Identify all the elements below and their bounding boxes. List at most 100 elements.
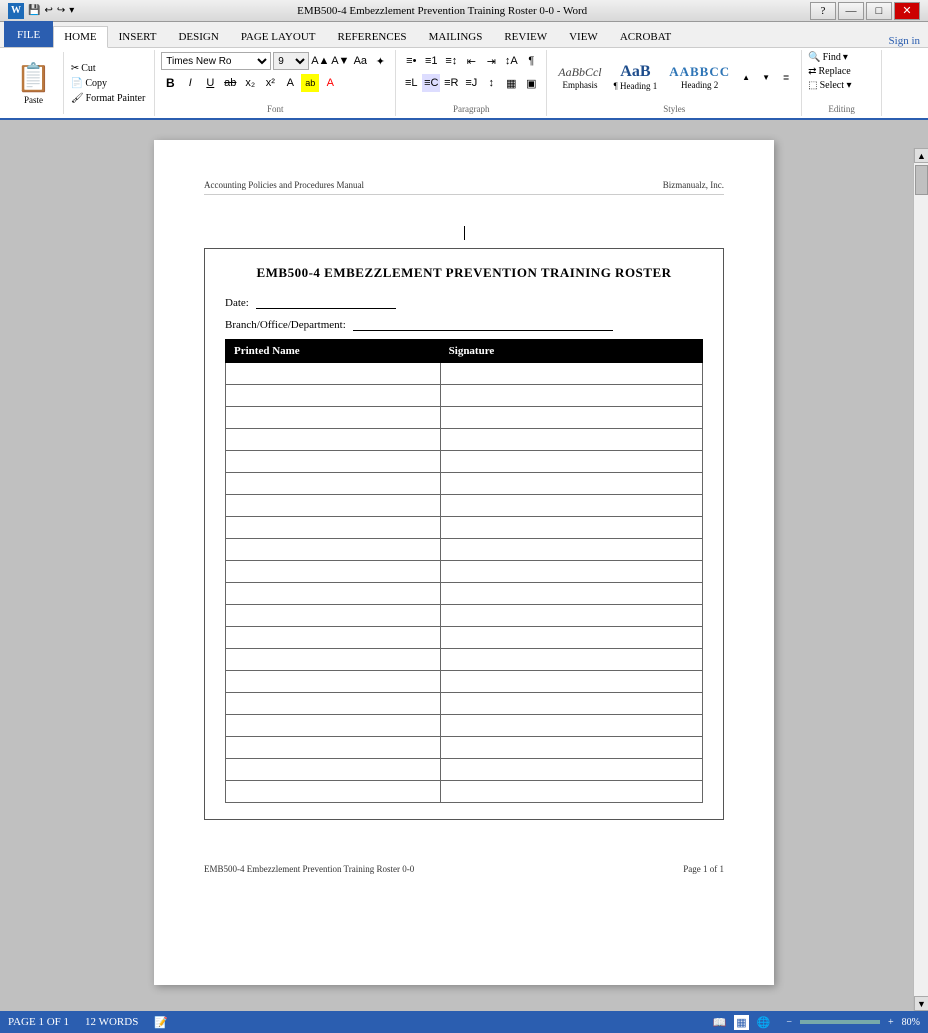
signature-cell[interactable]: [440, 583, 702, 605]
tab-view[interactable]: VIEW: [558, 25, 609, 47]
name-cell[interactable]: [226, 517, 441, 539]
tab-acrobat[interactable]: ACROBAT: [609, 25, 682, 47]
read-mode-button[interactable]: 📖: [713, 1016, 727, 1029]
name-cell[interactable]: [226, 627, 441, 649]
name-cell[interactable]: [226, 715, 441, 737]
numbering-button[interactable]: ≡1: [422, 52, 440, 70]
borders-button[interactable]: ▣: [522, 74, 540, 92]
subscript-button[interactable]: x₂: [241, 74, 259, 92]
tab-mailings[interactable]: MAILINGS: [418, 25, 494, 47]
tab-home[interactable]: HOME: [53, 26, 107, 48]
tab-references[interactable]: REFERENCES: [326, 25, 417, 47]
align-right-button[interactable]: ≡R: [442, 74, 460, 92]
signature-cell[interactable]: [440, 737, 702, 759]
name-cell[interactable]: [226, 759, 441, 781]
signature-cell[interactable]: [440, 363, 702, 385]
find-button[interactable]: 🔍 Find ▾: [808, 52, 848, 63]
name-cell[interactable]: [226, 561, 441, 583]
decrease-indent-button[interactable]: ⇤: [462, 52, 480, 70]
cut-button[interactable]: ✂ Cut: [68, 62, 148, 75]
shading-button[interactable]: ▦: [502, 74, 520, 92]
date-input-line[interactable]: [256, 295, 396, 309]
proofing-icon[interactable]: 📝: [154, 1016, 168, 1029]
format-painter-button[interactable]: 🖌 Format Painter: [68, 92, 148, 105]
line-spacing-button[interactable]: ↕: [482, 74, 500, 92]
help-button[interactable]: ?: [810, 2, 836, 20]
shrink-font-button[interactable]: A▼: [331, 52, 349, 70]
name-cell[interactable]: [226, 407, 441, 429]
scroll-down-arrow[interactable]: ▼: [914, 996, 928, 1011]
signature-cell[interactable]: [440, 451, 702, 473]
signature-cell[interactable]: [440, 693, 702, 715]
signature-cell[interactable]: [440, 539, 702, 561]
signature-cell[interactable]: [440, 561, 702, 583]
name-cell[interactable]: [226, 649, 441, 671]
underline-button[interactable]: U: [201, 74, 219, 92]
sort-button[interactable]: ↕A: [502, 52, 520, 70]
clear-formatting-button[interactable]: ✦: [371, 52, 389, 70]
italic-button[interactable]: I: [181, 74, 199, 92]
align-left-button[interactable]: ≡L: [402, 74, 420, 92]
text-effects-button[interactable]: A: [281, 74, 299, 92]
maximize-button[interactable]: □: [866, 2, 892, 20]
scroll-track[interactable]: [914, 197, 928, 996]
name-cell[interactable]: [226, 781, 441, 803]
paste-button[interactable]: 📋 Paste: [10, 59, 57, 107]
signature-cell[interactable]: [440, 671, 702, 693]
name-cell[interactable]: [226, 671, 441, 693]
name-cell[interactable]: [226, 539, 441, 561]
tab-design[interactable]: DESIGN: [167, 25, 229, 47]
signature-cell[interactable]: [440, 429, 702, 451]
tab-review[interactable]: REVIEW: [493, 25, 558, 47]
name-cell[interactable]: [226, 605, 441, 627]
scroll-up-arrow[interactable]: ▲: [914, 148, 928, 163]
signature-cell[interactable]: [440, 649, 702, 671]
quick-access-redo[interactable]: ↪: [57, 5, 65, 16]
print-layout-button[interactable]: ▦: [734, 1015, 748, 1030]
zoom-out-button[interactable]: −: [786, 1017, 792, 1028]
zoom-slider[interactable]: [800, 1020, 880, 1024]
name-cell[interactable]: [226, 363, 441, 385]
multilevel-list-button[interactable]: ≡↕: [442, 52, 460, 70]
tab-file[interactable]: FILE: [4, 21, 53, 47]
signature-cell[interactable]: [440, 759, 702, 781]
close-button[interactable]: ✕: [894, 2, 920, 20]
style-emphasis[interactable]: AaBbCcl Emphasis: [553, 62, 606, 93]
quick-access-undo[interactable]: ↩: [44, 5, 52, 16]
name-cell[interactable]: [226, 495, 441, 517]
show-hide-button[interactable]: ¶: [522, 52, 540, 70]
signature-cell[interactable]: [440, 473, 702, 495]
font-color-button[interactable]: A: [321, 74, 339, 92]
web-layout-button[interactable]: 🌐: [757, 1016, 771, 1029]
signature-cell[interactable]: [440, 627, 702, 649]
increase-indent-button[interactable]: ⇥: [482, 52, 500, 70]
style-heading1[interactable]: AaB ¶ Heading 1: [609, 60, 663, 94]
select-button[interactable]: ⬚ Select ▾: [808, 80, 851, 91]
tab-insert[interactable]: INSERT: [108, 25, 168, 47]
font-size-select[interactable]: 9: [273, 52, 309, 70]
sign-in-button[interactable]: Sign in: [889, 35, 928, 47]
name-cell[interactable]: [226, 473, 441, 495]
change-case-button[interactable]: Aa: [351, 52, 369, 70]
styles-scroll-down[interactable]: ▼: [757, 68, 775, 86]
copy-button[interactable]: 📄 Copy: [68, 77, 148, 90]
font-name-select[interactable]: Times New Ro: [161, 52, 271, 70]
name-cell[interactable]: [226, 737, 441, 759]
justify-button[interactable]: ≡J: [462, 74, 480, 92]
signature-cell[interactable]: [440, 517, 702, 539]
superscript-button[interactable]: x²: [261, 74, 279, 92]
style-heading2[interactable]: AABBCC Heading 2: [664, 61, 735, 93]
grow-font-button[interactable]: A▲: [311, 52, 329, 70]
quick-access-save[interactable]: 💾: [28, 5, 40, 16]
vertical-scrollbar[interactable]: ▲ ▼: [913, 148, 928, 1011]
replace-button[interactable]: ⇄ Replace: [808, 66, 851, 77]
strikethrough-button[interactable]: ab: [221, 74, 239, 92]
name-cell[interactable]: [226, 429, 441, 451]
styles-scroll-up[interactable]: ▲: [737, 68, 755, 86]
signature-cell[interactable]: [440, 495, 702, 517]
signature-cell[interactable]: [440, 385, 702, 407]
styles-more[interactable]: ≣: [777, 68, 795, 86]
signature-cell[interactable]: [440, 781, 702, 803]
zoom-in-button[interactable]: +: [888, 1017, 894, 1028]
minimize-button[interactable]: —: [838, 2, 864, 20]
